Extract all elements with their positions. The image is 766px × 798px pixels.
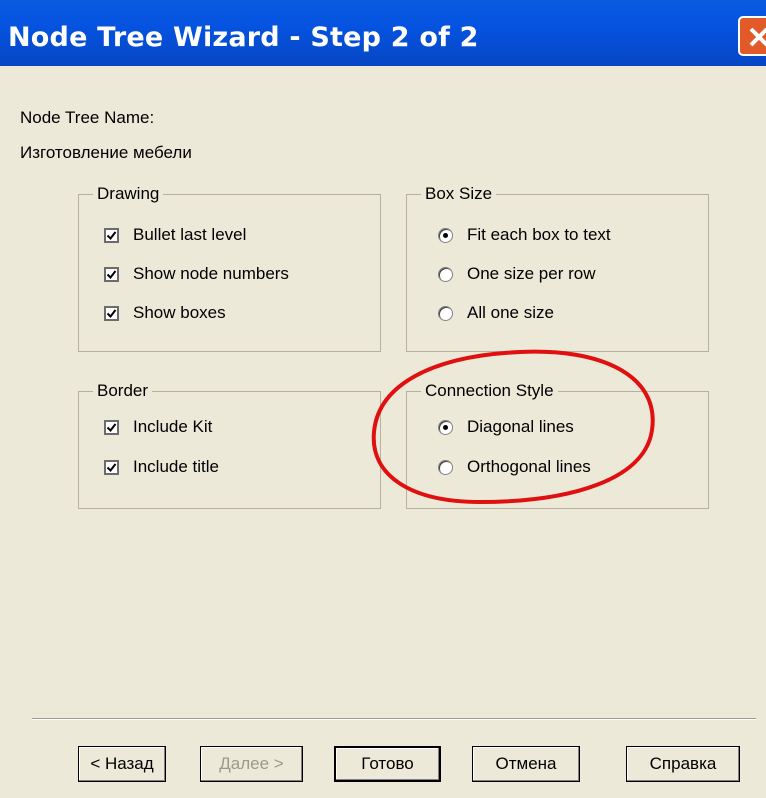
help-button[interactable]: Справка: [626, 746, 740, 782]
back-button[interactable]: < Назад: [78, 746, 166, 782]
cancel-button[interactable]: Отмена: [472, 746, 580, 782]
next-button[interactable]: Далее >: [200, 746, 303, 782]
finish-button[interactable]: Готово: [334, 746, 441, 782]
red-circle-mark: [371, 349, 655, 505]
annotation-ellipse: [371, 349, 655, 505]
separator: [32, 718, 756, 720]
